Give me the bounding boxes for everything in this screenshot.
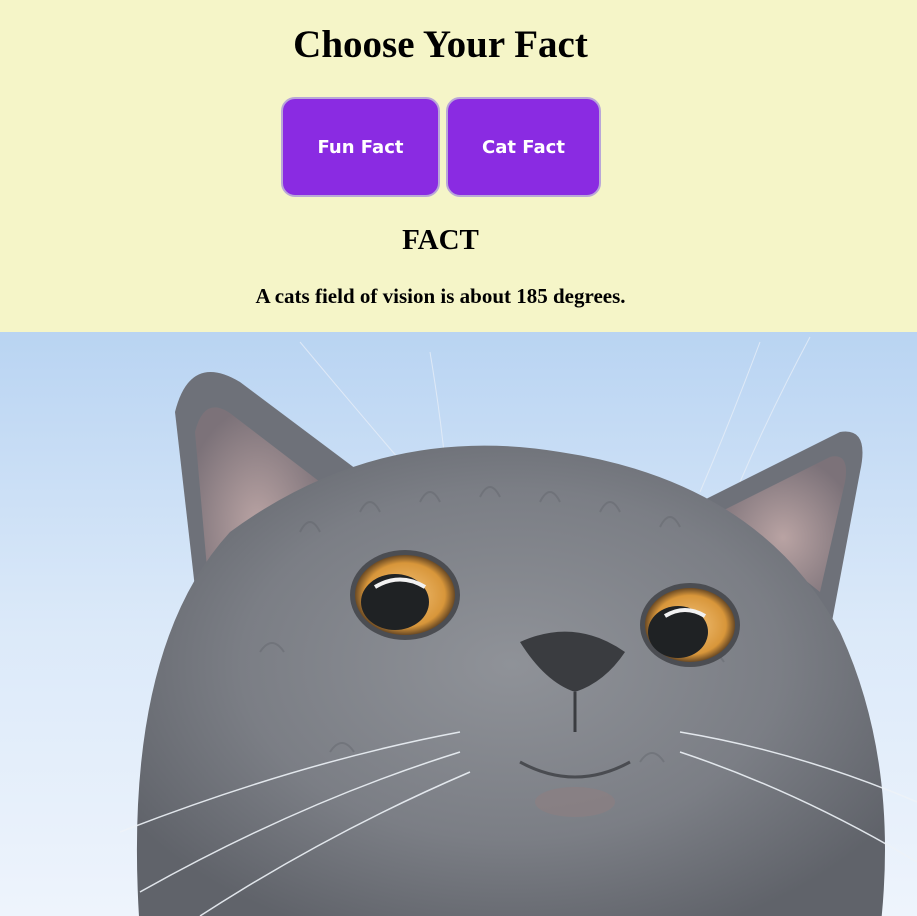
fact-heading: FACT bbox=[402, 224, 479, 256]
cat-fact-button[interactable]: Cat Fact bbox=[446, 97, 601, 197]
cat-photo bbox=[0, 332, 917, 916]
fact-text: A cats field of vision is about 185 degr… bbox=[255, 284, 626, 308]
page-title: Choose Your Fact bbox=[293, 23, 588, 66]
right-eye bbox=[640, 583, 740, 667]
left-eye bbox=[350, 550, 460, 640]
fun-fact-button[interactable]: Fun Fact bbox=[281, 97, 440, 197]
header-panel: Choose Your Fact Fun Fact Cat Fact FACT … bbox=[0, 0, 917, 332]
